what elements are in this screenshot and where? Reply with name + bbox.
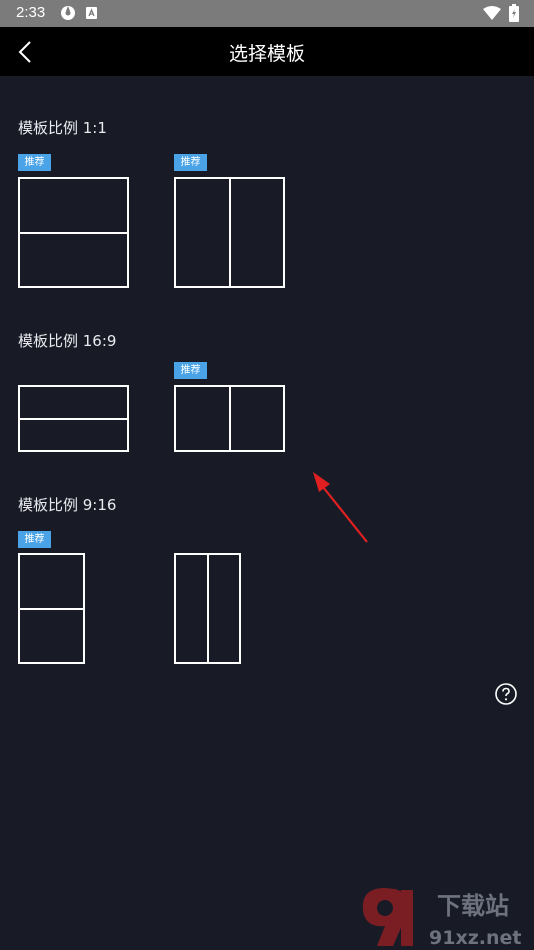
template-frame (18, 553, 85, 664)
recommended-badge: 推荐 (18, 154, 51, 171)
template-divider (207, 555, 209, 662)
battery-icon (509, 4, 519, 22)
watermark-bottom-text: 91xz.net (429, 927, 521, 949)
section-label-9-16: 模板比例 9:16 (18, 496, 117, 514)
help-icon[interactable] (494, 682, 518, 706)
template-divider (20, 418, 127, 420)
template-9-16-vertical-split[interactable] (174, 553, 241, 664)
template-divider (229, 387, 231, 450)
recommended-badge: 推荐 (174, 362, 207, 379)
template-divider (20, 608, 83, 610)
template-9-16-horizontal-split[interactable] (18, 553, 85, 664)
watermark-logo: 下载站 91xz.net (362, 888, 521, 949)
template-frame (174, 177, 285, 288)
app-notification-icon (61, 6, 75, 20)
app-bar: 选择模板 (0, 27, 534, 76)
status-bar: 2:33 (0, 0, 534, 27)
status-time: 2:33 (16, 4, 46, 21)
template-frame (174, 385, 285, 452)
recommended-badge: 推荐 (174, 154, 207, 171)
template-16-9-vertical-split[interactable] (174, 385, 285, 452)
keyboard-notification-icon (86, 7, 97, 19)
watermark-top-text: 下载站 (437, 892, 509, 920)
section-label-16-9: 模板比例 16:9 (18, 332, 117, 350)
annotation-arrow-icon (313, 472, 368, 543)
wifi-icon (483, 6, 501, 20)
template-divider (229, 179, 231, 286)
template-frame (174, 553, 241, 664)
page-title: 选择模板 (228, 43, 305, 65)
template-divider (20, 232, 127, 234)
recommended-badge: 推荐 (18, 531, 51, 548)
template-frame (18, 177, 129, 288)
section-label-1-1: 模板比例 1:1 (18, 119, 107, 137)
template-frame (18, 385, 129, 452)
template-16-9-horizontal-split[interactable] (18, 385, 129, 452)
template-1-1-vertical-split[interactable] (174, 177, 285, 288)
template-1-1-horizontal-split[interactable] (18, 177, 129, 288)
